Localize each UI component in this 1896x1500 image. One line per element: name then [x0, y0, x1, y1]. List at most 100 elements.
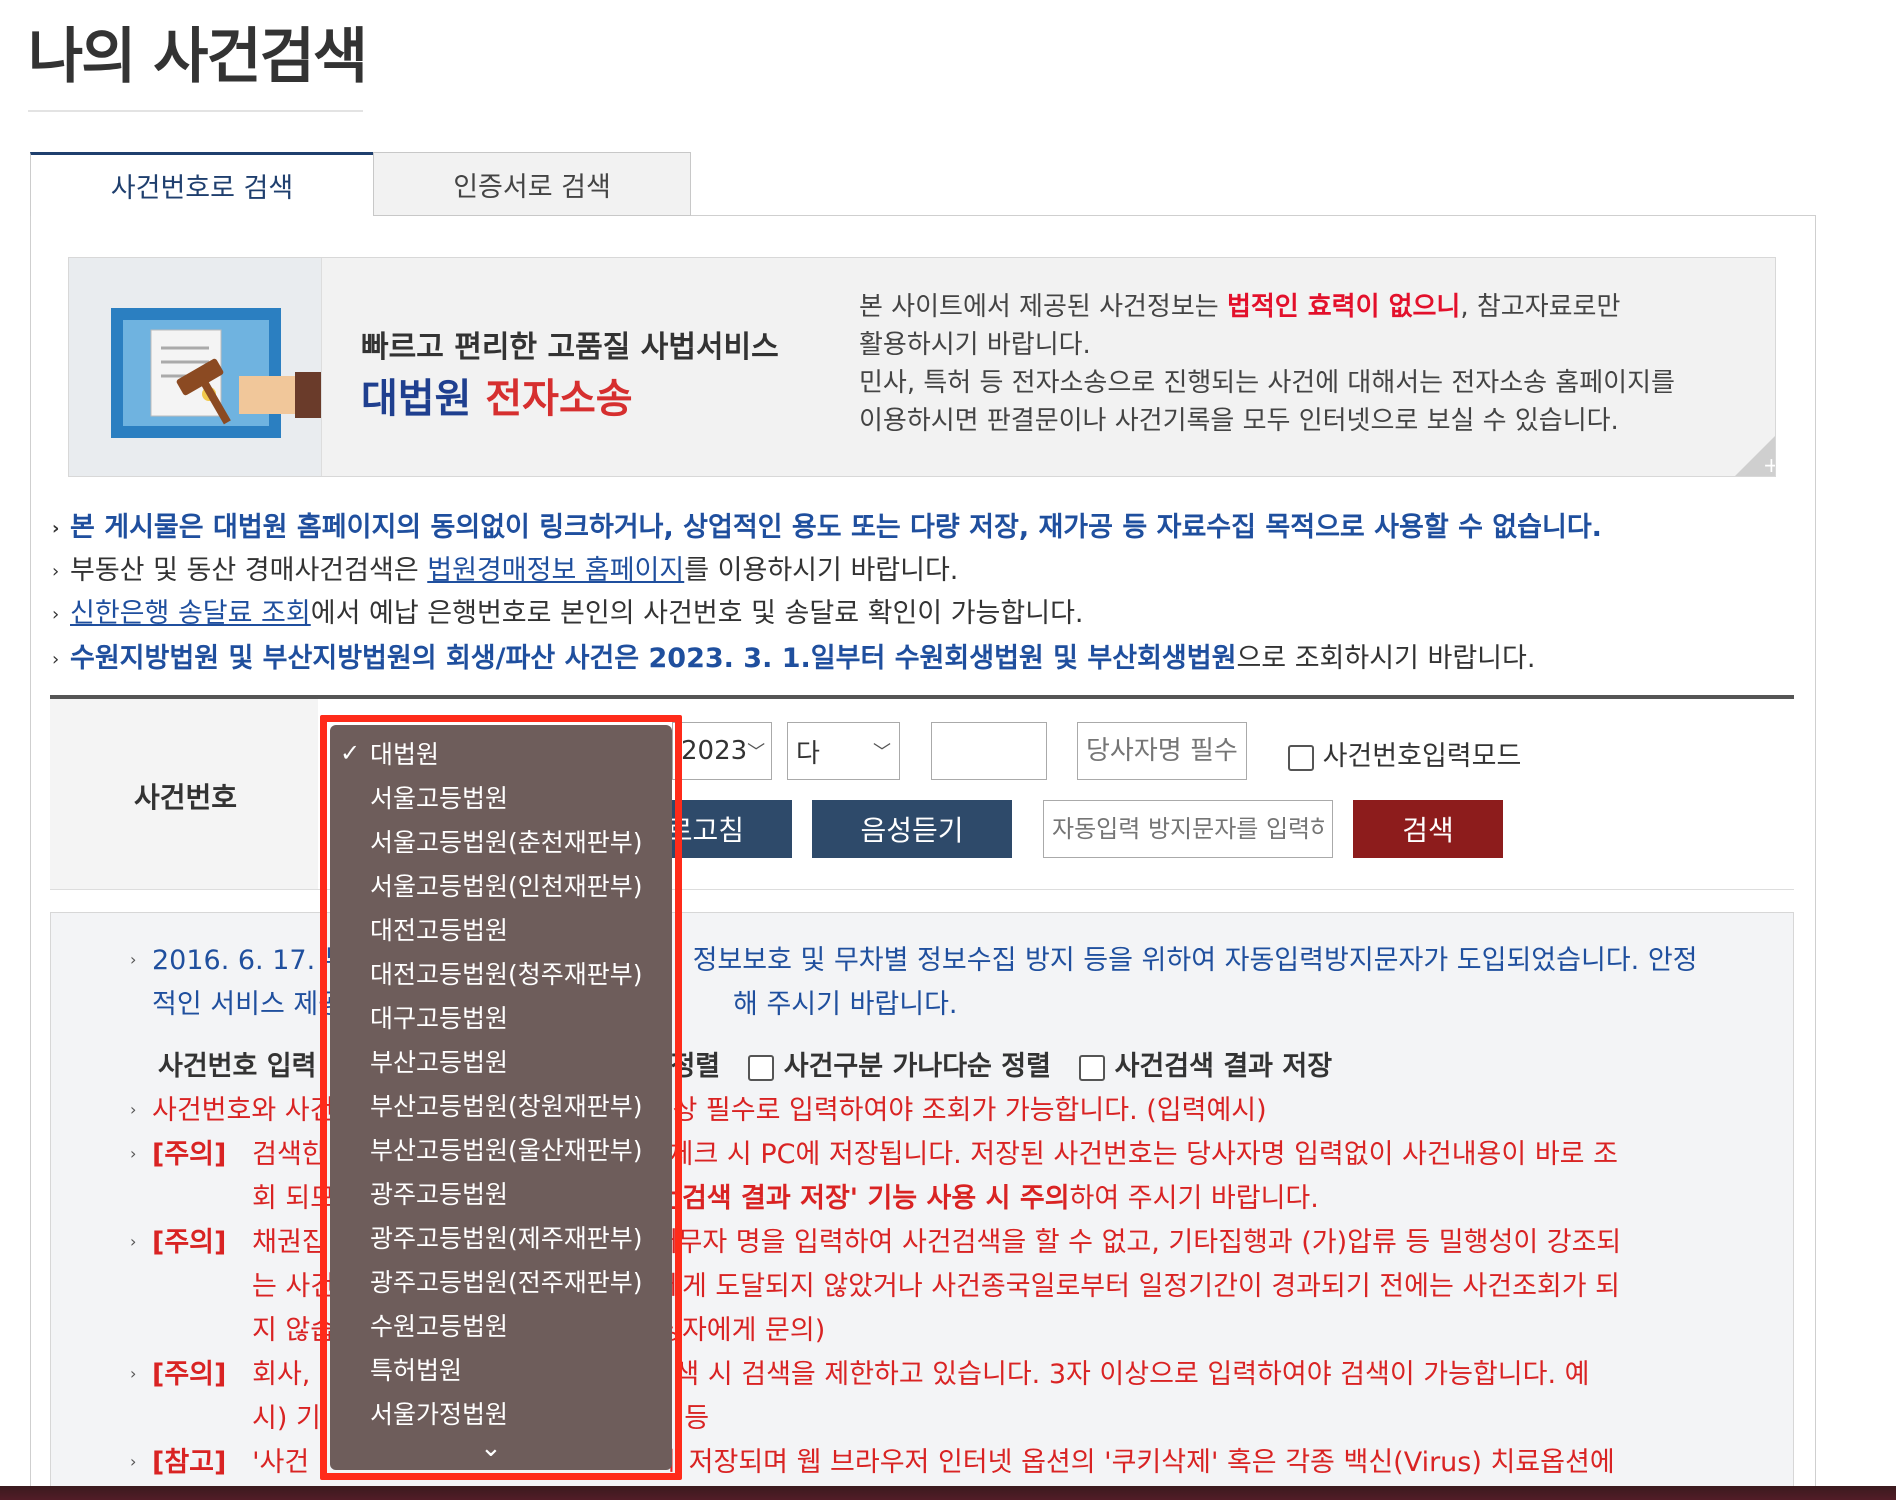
- case-number-input[interactable]: [931, 722, 1047, 780]
- court-select-dropdown[interactable]: ✓ 대법원서울고등법원서울고등법원(춘천재판부) 서울고등법원(인천재판부) 대전고등…: [330, 725, 672, 1470]
- bullet-icon: ›: [130, 1232, 137, 1251]
- tab-case-number-search[interactable]: 사건번호로 검색: [30, 152, 373, 216]
- reference-b: 에 저장되며 웹 브라우저 인터넷 옵션의 '쿠키삭제' 혹은 각종 백신(Vi…: [655, 1447, 1615, 1478]
- info-l2b: 해 주시기 바랍니다.: [733, 989, 958, 1020]
- banner-brand: 대법원 전자소송: [361, 366, 633, 424]
- case-type-value: 다: [796, 738, 820, 769]
- caution-2f: 당자에게 문의): [657, 1315, 826, 1346]
- bullet-icon: ›: [130, 1144, 137, 1163]
- case-type-select[interactable]: 다 ﹀: [787, 722, 900, 780]
- bullet-icon: ›: [52, 604, 60, 625]
- caution-1b: ' 체크 시 PC에 저장됩니다. 저장된 사건번호는 당사자명 입력없이 사건…: [652, 1139, 1618, 1170]
- caution-3a: 회사,: [252, 1359, 319, 1390]
- tab-certificate-search[interactable]: 인증서로 검색: [373, 152, 691, 216]
- info-line-2: 활용하시기 바랍니다.: [859, 330, 1091, 360]
- bullet-icon: ›: [130, 1100, 137, 1119]
- court-option[interactable]: 대전고등법원(청주재판부): [330, 951, 672, 995]
- court-option-label: 대전고등법원: [370, 916, 509, 945]
- court-option[interactable]: ✓ 대법원: [330, 731, 672, 775]
- notice-4-bold: 수원지방법원 및 부산지방법원의 회생/파산 사건은 2023. 3. 1.일부…: [70, 643, 1237, 674]
- audio-captcha-button[interactable]: 음성듣기: [812, 800, 1012, 858]
- sort-type-checkbox[interactable]: [748, 1054, 775, 1081]
- caution-1a: 검색한: [252, 1139, 327, 1170]
- bullet-icon: ›: [130, 950, 137, 969]
- court-option-label: 서울고등법원: [370, 784, 509, 813]
- input-mode-option[interactable]: 사건번호입력모드: [1288, 734, 1521, 773]
- save-result-checkbox[interactable]: [1079, 1054, 1106, 1081]
- save-result-label: 사건검색 결과 저장: [1114, 1051, 1333, 1082]
- notice-4: › 수원지방법원 및 부산지방법원의 회생/파산 사건은 2023. 3. 1.일…: [52, 636, 1535, 675]
- title-divider: [28, 110, 363, 112]
- checkmark-icon: ✓: [340, 739, 361, 767]
- os-taskbar: [0, 1486, 1896, 1500]
- search-button[interactable]: 검색: [1353, 800, 1503, 858]
- notice-3-post: 에서 예납 은행번호로 본인의 사건번호 및 송달료 확인이 가능합니다.: [310, 598, 1084, 629]
- page-title: 나의 사건검색: [28, 22, 368, 92]
- court-option[interactable]: 서울고등법원(춘천재판부): [330, 819, 672, 863]
- shinhan-fee-link[interactable]: 신한은행 송달료 조회: [70, 598, 311, 629]
- court-option-label: 부산고등법원(울산재판부): [370, 1136, 643, 1165]
- info-warn: 법적인 효력이 없으니: [1226, 292, 1461, 322]
- captcha-input[interactable]: [1043, 800, 1333, 858]
- rule-r1: 사건번호와 사건: [152, 1095, 335, 1126]
- reference-tag: [참고]: [152, 1447, 227, 1478]
- bullet-icon: ›: [52, 649, 60, 670]
- caution-3b: 검색 시 검색을 제한하고 있습니다. 3자 이상으로 입력하여야 검색이 가능…: [640, 1359, 1590, 1390]
- chevron-down-icon: ﹀: [873, 742, 891, 763]
- court-option[interactable]: 대전고등법원: [330, 907, 672, 951]
- input-mode-checkbox[interactable]: [1288, 744, 1314, 771]
- scroll-down-chevron-icon[interactable]: ⌄: [480, 1433, 502, 1463]
- bullet-icon: ›: [52, 561, 60, 582]
- court-option-label: 대법원: [370, 740, 440, 769]
- court-option[interactable]: 서울고등법원: [330, 775, 672, 819]
- rule-r1b: 상 필수로 입력하여야 조회가 가능합니다. (입력예시): [672, 1095, 1267, 1126]
- court-option[interactable]: 서울가정법원: [330, 1391, 672, 1435]
- year-select[interactable]: 2023 ﹀: [672, 722, 772, 780]
- caution-tag: [주의]: [152, 1359, 227, 1390]
- notice-2-post: 를 이용하시기 바랍니다.: [684, 555, 959, 586]
- plus-glyph: +: [1763, 453, 1776, 477]
- caution-1d: 건검색 결과 저장' 기능 사용 시 주의: [657, 1183, 1070, 1214]
- court-option-label: 특허법원: [370, 1356, 463, 1385]
- court-option[interactable]: 광주고등법원: [330, 1171, 672, 1215]
- court-option[interactable]: 부산고등법원: [330, 1039, 672, 1083]
- bullet-icon: ›: [130, 1364, 137, 1383]
- court-option-label: 부산고등법원: [370, 1048, 509, 1077]
- auction-site-link[interactable]: 법원경매정보 홈페이지: [427, 555, 684, 586]
- bullet-icon: ›: [130, 1452, 137, 1471]
- notice-4-post: 으로 조회하시기 바랍니다.: [1236, 643, 1536, 674]
- banner-more-icon[interactable]: +: [1733, 434, 1776, 477]
- option-label: 사건번호 입력: [158, 1051, 317, 1082]
- caution-2b: 채무자 명을 입력하여 사건검색을 할 수 없고, 기타집행과 (가)압류 등 …: [652, 1227, 1622, 1258]
- notice-1: › 본 게시물은 대법원 홈페이지의 동의없이 링크하거나, 상업적인 용도 또는…: [52, 505, 1602, 544]
- court-option[interactable]: 광주고등법원(전주재판부): [330, 1259, 672, 1303]
- notice-2: › 부동산 및 동산 경매사건검색은 법원경매정보 홈페이지를 이용하시기 바랍니…: [52, 548, 958, 587]
- court-option[interactable]: 부산고등법원(창원재판부): [330, 1083, 672, 1127]
- caution-1e: 하여 주시기 바랍니다.: [1069, 1183, 1319, 1214]
- info-line-3: 민사, 특허 등 전자소송으로 진행되는 사건에 대해서는 전자소송 홈페이지를: [859, 368, 1675, 398]
- court-option[interactable]: 광주고등법원(제주재판부): [330, 1215, 672, 1259]
- reference-a: '사건: [252, 1447, 310, 1478]
- brand-prefix: 대법원: [361, 376, 472, 422]
- court-option-label: 서울가정법원: [370, 1400, 509, 1429]
- ecourt-banner[interactable]: 빠르고 편리한 고품질 사법서비스 대법원 전자소송 본 사이트에서 제공된 사…: [68, 257, 1776, 477]
- sort-type-label: 사건구분 가나다순 정렬: [783, 1051, 1051, 1082]
- notice-2-pre: 부동산 및 동산 경매사건검색은: [70, 555, 428, 586]
- case-number-label: 사건번호: [134, 781, 238, 814]
- court-option-label: 수원고등법원: [370, 1312, 509, 1341]
- party-name-input[interactable]: [1077, 722, 1247, 780]
- court-option-label: 광주고등법원(전주재판부): [370, 1268, 643, 1297]
- court-option[interactable]: 특허법원: [330, 1347, 672, 1391]
- court-option-label: 광주고등법원(제주재판부): [370, 1224, 643, 1253]
- court-option-label: 서울고등법원(춘천재판부): [370, 828, 643, 857]
- court-option[interactable]: 부산고등법원(울산재판부): [330, 1127, 672, 1171]
- form-bottom-rule: [50, 889, 1794, 890]
- caution-tag: [주의]: [152, 1139, 227, 1170]
- court-option[interactable]: 서울고등법원(인천재판부): [330, 863, 672, 907]
- court-option[interactable]: 수원고등법원: [330, 1303, 672, 1347]
- info-post: , 참고자료로만: [1460, 292, 1621, 322]
- court-option[interactable]: 대구고등법원: [330, 995, 672, 1039]
- info-line-4: 이용하시면 판결문이나 사건기록을 모두 인터넷으로 보실 수 있습니다.: [859, 406, 1619, 436]
- caution-tag: [주의]: [152, 1227, 227, 1258]
- chevron-down-icon: ﹀: [747, 742, 766, 763]
